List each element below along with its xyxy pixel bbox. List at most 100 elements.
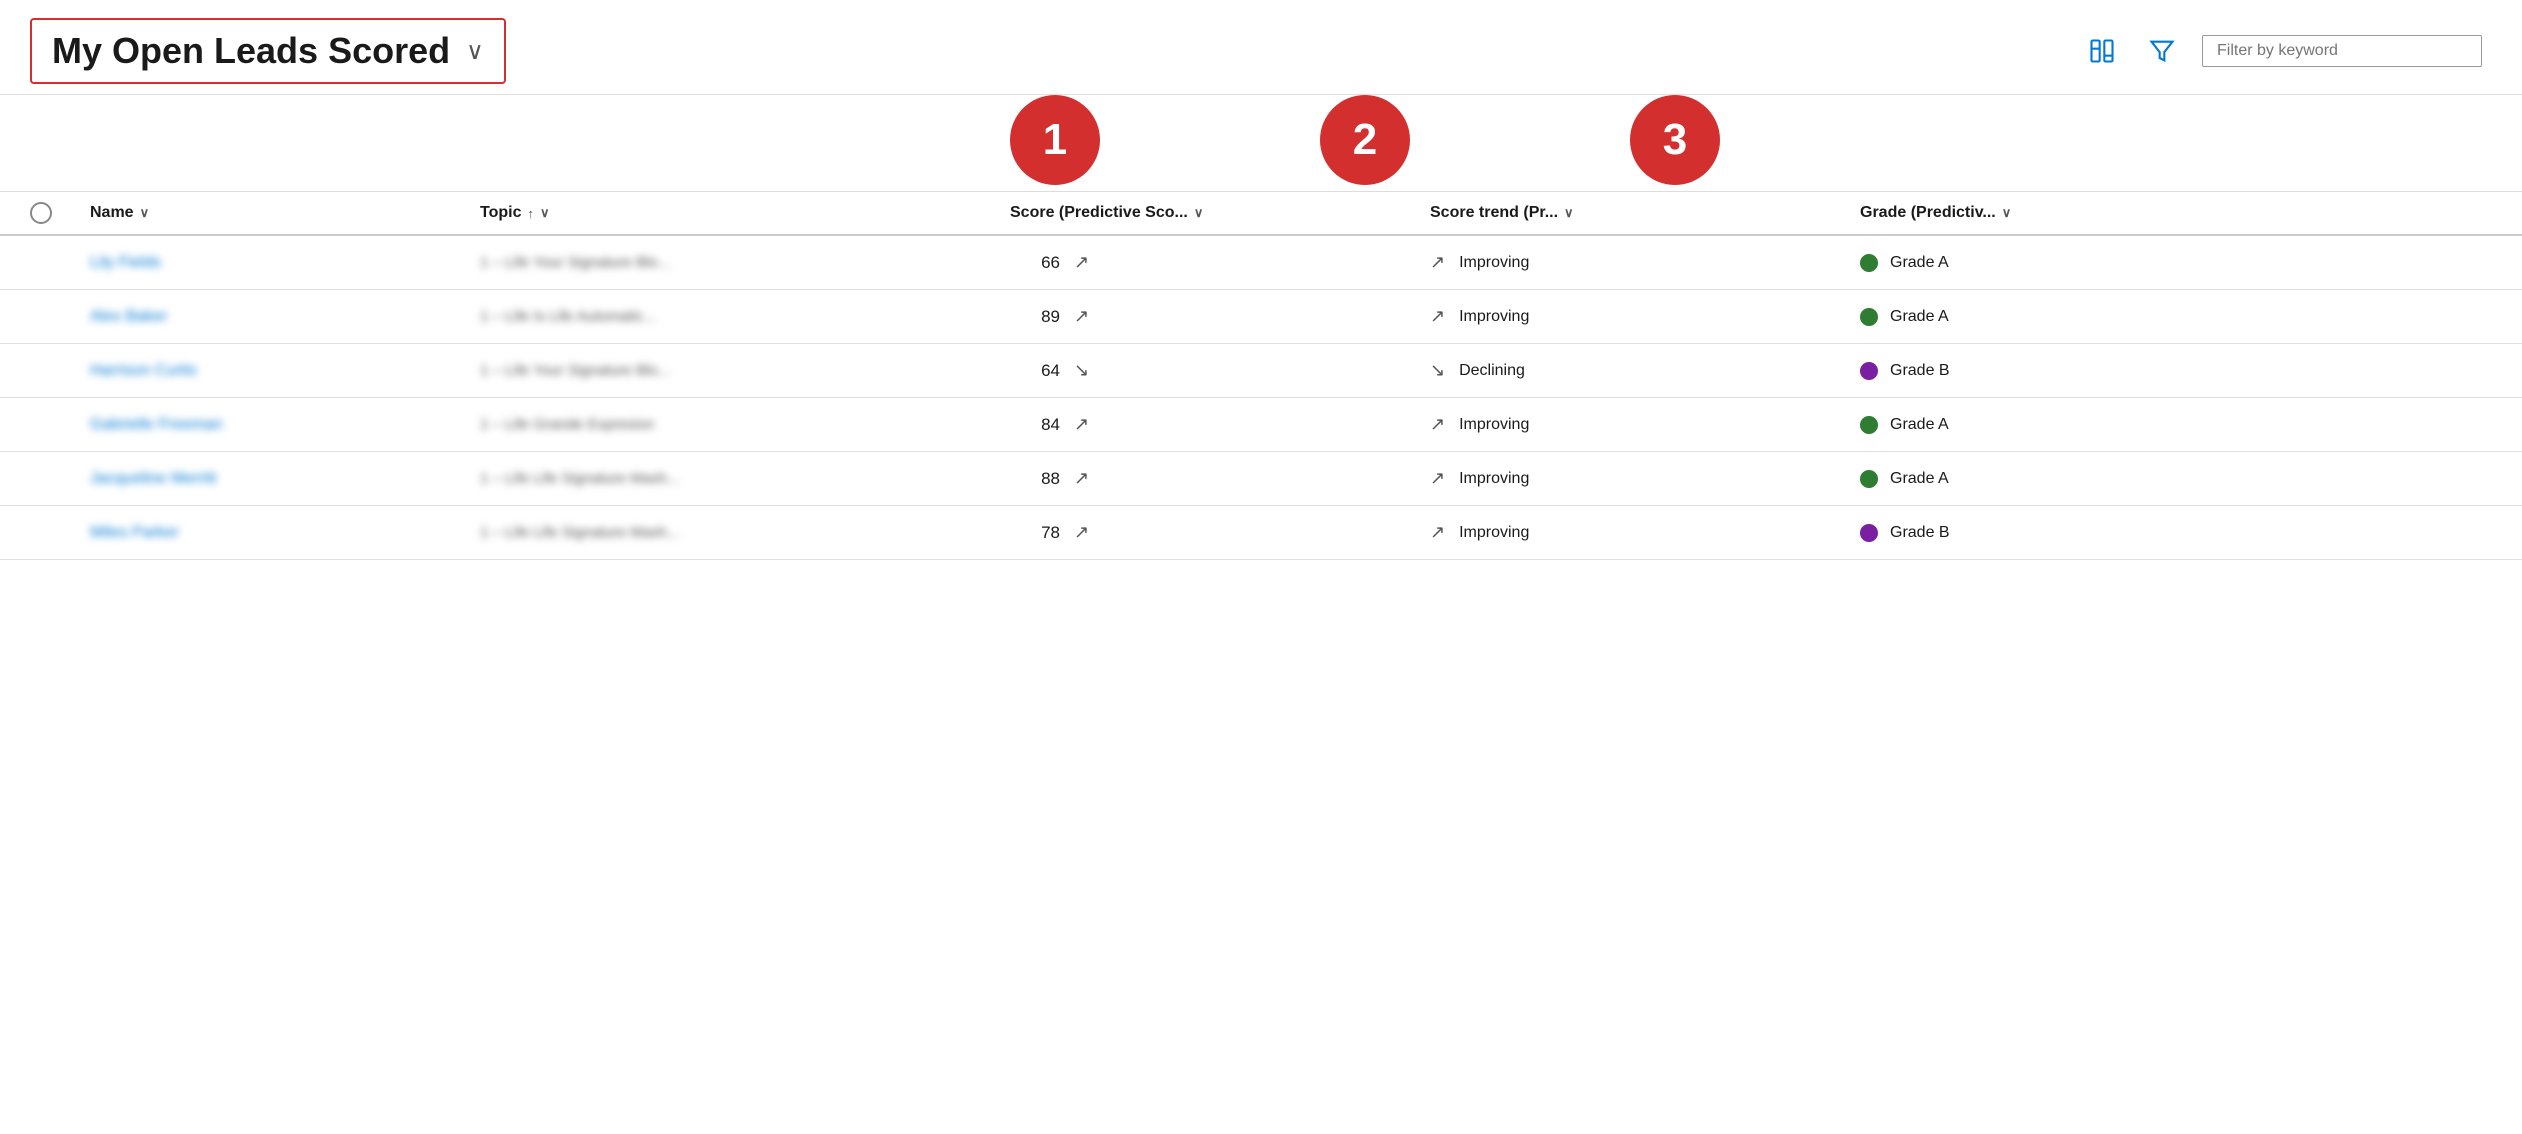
row-trend-cell-4: ↗ Improving xyxy=(1430,468,1860,489)
row-trend-cell-2: ↘ Declining xyxy=(1430,360,1860,381)
row-grade-label-4: Grade A xyxy=(1890,470,1949,488)
badge-group: 1 2 3 xyxy=(1010,95,1720,185)
row-name-3[interactable]: Gabrielle Freeman xyxy=(90,416,480,434)
row-grade-label-1: Grade A xyxy=(1890,308,1949,326)
row-grade-label-0: Grade A xyxy=(1890,254,1949,272)
row-score-cell-2: 64 ↘ xyxy=(1010,360,1430,381)
badge-1: 1 xyxy=(1010,95,1100,185)
badge-3: 3 xyxy=(1630,95,1720,185)
row-grade-cell-0: Grade A xyxy=(1860,254,2492,272)
row-trend-arrow-3: ↗ xyxy=(1430,414,1445,435)
row-topic-1: 1 – Life Is Life Automatic... xyxy=(480,308,1010,325)
row-score-cell-4: 88 ↗ xyxy=(1010,468,1430,489)
row-trend-cell-1: ↗ Improving xyxy=(1430,306,1860,327)
row-score-trend-arrow-1: ↗ xyxy=(1074,306,1089,327)
table-row: Lily Fields 1 – Life Your Signature Blo.… xyxy=(0,236,2522,290)
grade-dropdown-icon: ∨ xyxy=(2002,205,2012,221)
row-grade-dot-0 xyxy=(1860,254,1878,272)
col-header-trend[interactable]: Score trend (Pr... ∨ xyxy=(1430,204,1860,222)
row-trend-label-4: Improving xyxy=(1459,470,1529,488)
row-trend-cell-5: ↗ Improving xyxy=(1430,522,1860,543)
table-row: Harrison Curtis 1 – Life Your Signature … xyxy=(0,344,2522,398)
row-trend-arrow-2: ↘ xyxy=(1430,360,1445,381)
badge-2: 2 xyxy=(1320,95,1410,185)
column-header-row: Name ∨ Topic ↑ ∨ Score (Predictive Sco..… xyxy=(0,191,2522,236)
row-trend-label-0: Improving xyxy=(1459,254,1529,272)
row-grade-cell-4: Grade A xyxy=(1860,470,2492,488)
row-score-3: 84 xyxy=(1010,415,1060,435)
trend-dropdown-icon: ∨ xyxy=(1564,205,1574,221)
table-body: Lily Fields 1 – Life Your Signature Blo.… xyxy=(0,236,2522,1134)
row-score-5: 78 xyxy=(1010,523,1060,543)
table-row: Alex Baker 1 – Life Is Life Automatic...… xyxy=(0,290,2522,344)
row-score-4: 88 xyxy=(1010,469,1060,489)
row-score-2: 64 xyxy=(1010,361,1060,381)
row-score-cell-3: 84 ↗ xyxy=(1010,414,1430,435)
filter-input[interactable] xyxy=(2217,42,2467,60)
row-score-trend-arrow-3: ↗ xyxy=(1074,414,1089,435)
row-name-0[interactable]: Lily Fields xyxy=(90,254,480,272)
row-grade-label-2: Grade B xyxy=(1890,362,1950,380)
row-topic-0: 1 – Life Your Signature Blo... xyxy=(480,254,1010,271)
topic-asc-icon: ↑ xyxy=(527,206,534,221)
row-grade-dot-2 xyxy=(1860,362,1878,380)
row-score-cell-0: 66 ↗ xyxy=(1010,252,1430,273)
row-grade-dot-3 xyxy=(1860,416,1878,434)
row-grade-cell-3: Grade A xyxy=(1860,416,2492,434)
row-trend-label-3: Improving xyxy=(1459,416,1529,434)
header: My Open Leads Scored ∨ xyxy=(0,0,2522,95)
row-grade-label-5: Grade B xyxy=(1890,524,1950,542)
col-header-name[interactable]: Name ∨ xyxy=(90,204,480,222)
table-row: Miles Parker 1 – Life Life Signature Mas… xyxy=(0,506,2522,560)
row-name-5[interactable]: Miles Parker xyxy=(90,524,480,542)
header-actions xyxy=(2082,31,2482,71)
row-trend-arrow-5: ↗ xyxy=(1430,522,1445,543)
col-header-score[interactable]: Score (Predictive Sco... ∨ xyxy=(1010,204,1430,222)
row-score-trend-arrow-0: ↗ xyxy=(1074,252,1089,273)
row-grade-cell-5: Grade B xyxy=(1860,524,2492,542)
table-row: Jacqueline Merritt 1 – Life Life Signatu… xyxy=(0,452,2522,506)
row-trend-label-2: Declining xyxy=(1459,362,1525,380)
row-score-1: 89 xyxy=(1010,307,1060,327)
row-score-trend-arrow-4: ↗ xyxy=(1074,468,1089,489)
row-topic-3: 1 – Life Grande Expresion xyxy=(480,416,1010,433)
row-score-cell-5: 78 ↗ xyxy=(1010,522,1430,543)
row-name-2[interactable]: Harrison Curtis xyxy=(90,362,480,380)
select-all-checkbox[interactable] xyxy=(30,202,52,224)
row-topic-5: 1 – Life Life Signature Mash... xyxy=(480,524,1010,541)
row-trend-label-5: Improving xyxy=(1459,524,1529,542)
row-score-0: 66 xyxy=(1010,253,1060,273)
column-settings-button[interactable] xyxy=(2082,31,2122,71)
table-row: Gabrielle Freeman 1 – Life Grande Expres… xyxy=(0,398,2522,452)
row-score-trend-arrow-2: ↘ xyxy=(1074,360,1089,381)
row-grade-cell-2: Grade B xyxy=(1860,362,2492,380)
col-header-check xyxy=(30,202,90,224)
row-score-trend-arrow-5: ↗ xyxy=(1074,522,1089,543)
row-grade-dot-4 xyxy=(1860,470,1878,488)
title-chevron-icon: ∨ xyxy=(466,37,484,66)
score-dropdown-icon: ∨ xyxy=(1194,205,1204,221)
topic-dropdown-icon: ∨ xyxy=(540,205,550,221)
row-grade-label-3: Grade A xyxy=(1890,416,1949,434)
view-title-wrapper[interactable]: My Open Leads Scored ∨ xyxy=(30,18,506,84)
filter-button[interactable] xyxy=(2142,31,2182,71)
row-topic-4: 1 – Life Life Signature Mash... xyxy=(480,470,1010,487)
col-header-grade[interactable]: Grade (Predictiv... ∨ xyxy=(1860,204,2492,222)
row-trend-arrow-1: ↗ xyxy=(1430,306,1445,327)
badge-row: 1 2 3 xyxy=(0,95,2522,185)
filter-input-wrapper xyxy=(2202,35,2482,67)
row-trend-label-1: Improving xyxy=(1459,308,1529,326)
row-trend-arrow-4: ↗ xyxy=(1430,468,1445,489)
col-header-topic[interactable]: Topic ↑ ∨ xyxy=(480,204,1010,222)
row-trend-arrow-0: ↗ xyxy=(1430,252,1445,273)
row-name-4[interactable]: Jacqueline Merritt xyxy=(90,470,480,488)
row-grade-dot-1 xyxy=(1860,308,1878,326)
row-name-1[interactable]: Alex Baker xyxy=(90,308,480,326)
page-container: My Open Leads Scored ∨ xyxy=(0,0,2522,1134)
row-score-cell-1: 89 ↗ xyxy=(1010,306,1430,327)
row-trend-cell-0: ↗ Improving xyxy=(1430,252,1860,273)
row-grade-dot-5 xyxy=(1860,524,1878,542)
row-grade-cell-1: Grade A xyxy=(1860,308,2492,326)
row-topic-2: 1 – Life Your Signature Blo... xyxy=(480,362,1010,379)
row-trend-cell-3: ↗ Improving xyxy=(1430,414,1860,435)
